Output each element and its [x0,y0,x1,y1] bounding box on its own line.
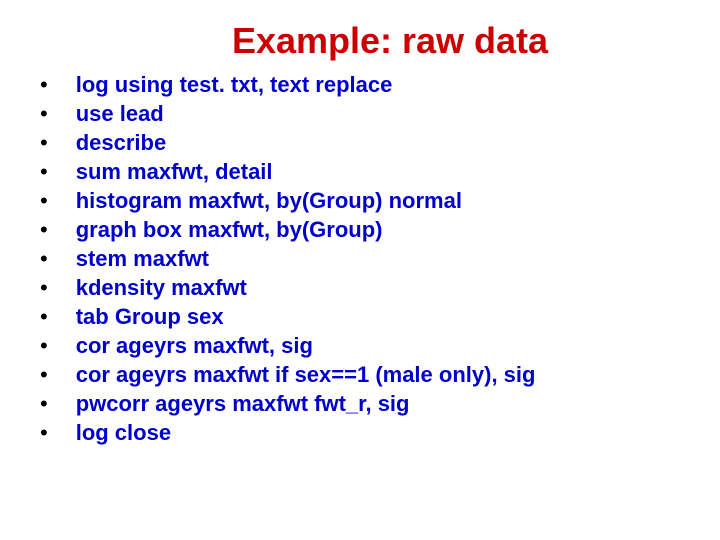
list-item: use lead [76,99,536,128]
bullet-marker: • [40,418,48,447]
list-item: kdensity maxfwt [76,273,536,302]
bullet-marker: • [40,331,48,360]
bullet-marker: • [40,215,48,244]
list-item: sum maxfwt, detail [76,157,536,186]
list-item: histogram maxfwt, by(Group) normal [76,186,536,215]
list-item: graph box maxfwt, by(Group) [76,215,536,244]
bullet-marker: • [40,244,48,273]
list-item: describe [76,128,536,157]
list-item: cor ageyrs maxfwt, sig [76,331,536,360]
items-column: log using test. txt, text replace use le… [76,70,536,447]
slide-content: • • • • • • • • • • • • • log using test… [30,70,690,447]
bullet-marker: • [40,302,48,331]
bullet-marker: • [40,389,48,418]
bullet-marker: • [40,360,48,389]
slide-title: Example: raw data [90,20,690,62]
bullet-marker: • [40,70,48,99]
list-item: log close [76,418,536,447]
bullet-marker: • [40,128,48,157]
list-item: tab Group sex [76,302,536,331]
list-item: pwcorr ageyrs maxfwt fwt_r, sig [76,389,536,418]
bullet-marker: • [40,186,48,215]
bullet-marker: • [40,157,48,186]
list-item: stem maxfwt [76,244,536,273]
bullet-column: • • • • • • • • • • • • • [40,70,48,447]
bullet-marker: • [40,99,48,128]
list-item: cor ageyrs maxfwt if sex==1 (male only),… [76,360,536,389]
bullet-marker: • [40,273,48,302]
list-item: log using test. txt, text replace [76,70,536,99]
